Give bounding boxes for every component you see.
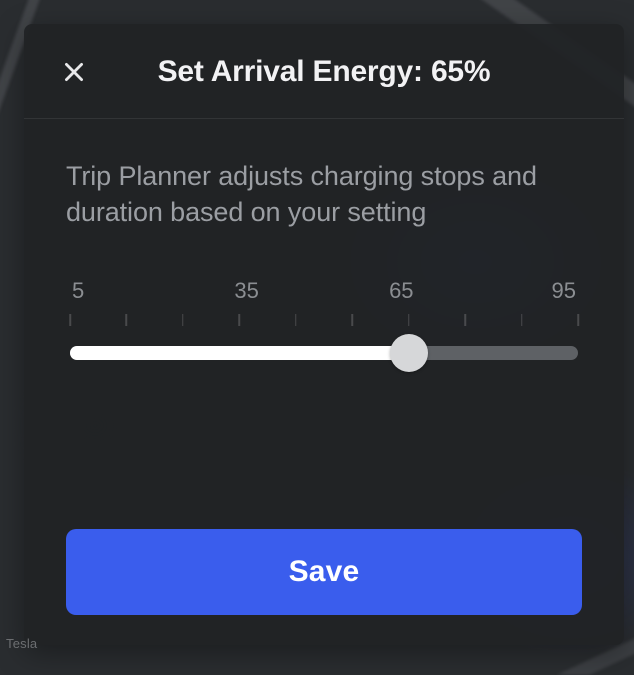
slider-tick-marks [70, 314, 578, 328]
close-icon [61, 59, 87, 85]
close-button[interactable] [54, 52, 94, 92]
description-text: Trip Planner adjusts charging stops and … [66, 159, 582, 230]
title-prefix: Set Arrival Energy: [158, 55, 431, 88]
tick-label: 95 [536, 278, 576, 304]
slider-thumb[interactable] [390, 334, 428, 372]
arrival-energy-panel: Set Arrival Energy: 65% Trip Planner adj… [24, 24, 624, 645]
panel-body: Trip Planner adjusts charging stops and … [24, 119, 624, 645]
slider-track[interactable] [70, 346, 578, 360]
tick-label: 5 [72, 278, 112, 304]
attribution-text: Tesla [6, 636, 37, 651]
slider-tick-labels: 5 35 65 95 [70, 278, 578, 304]
panel-header: Set Arrival Energy: 65% [24, 24, 624, 118]
energy-slider[interactable]: 5 35 65 95 [66, 278, 582, 360]
save-button[interactable]: Save [66, 529, 582, 615]
slider-fill [70, 346, 409, 360]
panel-title: Set Arrival Energy: 65% [94, 55, 554, 89]
tick-label: 65 [381, 278, 421, 304]
title-value: 65% [431, 55, 490, 88]
tick-label: 35 [227, 278, 267, 304]
